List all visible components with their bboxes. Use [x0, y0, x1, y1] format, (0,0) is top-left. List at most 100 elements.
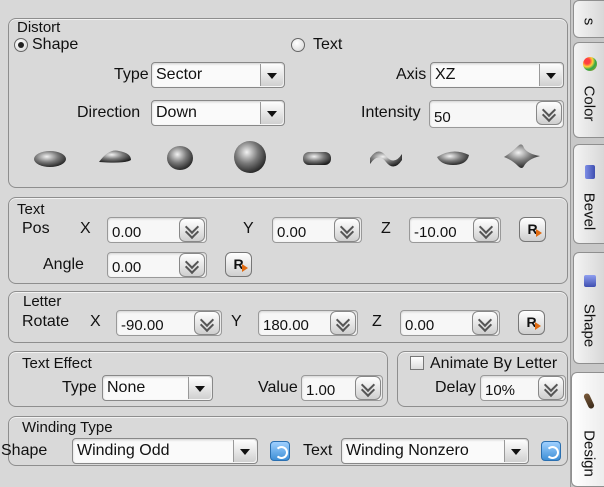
distort-intensity-spinner[interactable]: 50	[429, 100, 564, 128]
text-angle-reset-button[interactable]: R	[225, 252, 252, 277]
letter-rotate-x-spinner[interactable]: -90.00	[116, 310, 222, 336]
text-effect-value-spinner[interactable]: 1.00	[301, 375, 383, 401]
winding-shape-select[interactable]: Winding Odd	[72, 438, 258, 464]
text-pos-y-value: 0.00	[277, 224, 307, 241]
palette-icon	[583, 57, 597, 71]
winding-text-refresh-icon[interactable]	[541, 441, 561, 461]
letter-rotate-y-spinner[interactable]: 180.00	[258, 310, 358, 336]
distort-preset-lens-icon[interactable]	[433, 145, 473, 169]
distort-axis-value: XZ	[435, 66, 456, 83]
text-pos-x-spinner[interactable]: 0.00	[107, 217, 207, 243]
letter-rotate-y-label: Y	[231, 313, 242, 330]
text-angle-label: Angle	[43, 256, 84, 273]
animate-delay-spinner[interactable]: 10%	[480, 375, 566, 401]
text-effect-type-select[interactable]: None	[102, 375, 213, 401]
text-pos-y-label: Y	[243, 220, 254, 237]
text-effect-group-label: Text Effect	[22, 355, 92, 372]
tab-design[interactable]: Design	[571, 372, 604, 487]
brush-icon	[582, 392, 596, 410]
text-group-label: Text	[17, 201, 45, 218]
winding-text-value: Winding Nonzero	[346, 442, 469, 459]
tab-partial-label: s	[580, 17, 598, 26]
distort-preset-sphere-large-icon[interactable]	[230, 138, 270, 174]
text-pos-x-value: 0.00	[112, 224, 142, 241]
distort-preset-star-burst-icon[interactable]	[500, 140, 544, 172]
tab-bevel-label: Bevel	[580, 192, 598, 231]
winding-shape-refresh-icon[interactable]	[270, 441, 290, 461]
winding-text-label: Text	[303, 442, 333, 459]
distort-preset-wave-icon[interactable]	[366, 142, 406, 170]
distort-preset-capsule-icon[interactable]	[297, 146, 337, 170]
spinner-arrows-icon[interactable]	[330, 311, 356, 335]
animate-by-letter-checkbox[interactable]	[410, 356, 424, 370]
distort-group-label: Distort	[17, 19, 61, 36]
winding-group-label: Winding Type	[22, 419, 113, 436]
tab-shape[interactable]: Shape	[573, 252, 604, 364]
letter-rotate-x-label: X	[90, 313, 101, 330]
bevel-icon	[585, 165, 595, 179]
reset-arrow-icon	[535, 322, 541, 330]
text-effect-type-label: Type	[62, 379, 97, 396]
text-angle-value: 0.00	[112, 259, 142, 276]
spinner-arrows-icon[interactable]	[179, 218, 205, 242]
letter-rotate-z-value: 0.00	[405, 317, 435, 334]
tab-partial[interactable]: s	[573, 0, 604, 38]
tab-color-label: Color	[580, 85, 598, 122]
text-effect-value-value: 1.00	[306, 382, 336, 399]
letter-rotate-y-value: 180.00	[263, 317, 309, 334]
letter-rotate-z-label: Z	[372, 313, 382, 330]
distort-type-label: Type	[114, 66, 149, 83]
distort-intensity-label: Intensity	[361, 104, 421, 121]
distort-type-select[interactable]: Sector	[151, 62, 285, 88]
text-effect-value-label: Value	[258, 379, 298, 396]
text-pos-label: Pos	[22, 220, 50, 237]
spinner-arrows-icon[interactable]	[473, 218, 499, 242]
distort-text-radio-label[interactable]: Text	[313, 36, 342, 54]
letter-rotate-label: Rotate	[22, 313, 70, 330]
text-pos-y-spinner[interactable]: 0.00	[272, 217, 362, 243]
distort-axis-label: Axis	[396, 66, 427, 83]
distort-shape-radio[interactable]	[14, 38, 28, 52]
tab-design-label: Design	[580, 430, 597, 477]
chevron-down-icon[interactable]	[539, 64, 562, 86]
spinner-arrows-icon[interactable]	[194, 311, 220, 335]
distort-direction-select[interactable]: Down	[151, 100, 285, 126]
distort-preset-sphere-small-icon[interactable]	[162, 142, 198, 172]
chevron-down-icon[interactable]	[260, 64, 283, 86]
spinner-arrows-icon[interactable]	[536, 101, 562, 125]
tab-shape-label: Shape	[580, 303, 598, 348]
text-angle-spinner[interactable]: 0.00	[107, 252, 207, 278]
letter-rotate-x-value: -90.00	[121, 317, 164, 334]
distort-direction-label: Direction	[77, 104, 141, 121]
letter-group-label: Letter	[23, 293, 62, 310]
shape-icon	[584, 275, 596, 287]
chevron-down-icon[interactable]	[260, 102, 283, 124]
animate-by-letter-label[interactable]: Animate By Letter	[430, 355, 557, 373]
distort-axis-select[interactable]: XZ	[430, 62, 564, 88]
distort-preset-dome-icon[interactable]	[95, 144, 135, 168]
distort-preset-flat-ellipse-icon[interactable]	[30, 146, 70, 170]
distort-intensity-value: 50	[434, 109, 451, 126]
distort-type-value: Sector	[156, 66, 203, 83]
distort-text-radio[interactable]	[291, 38, 305, 52]
chevron-down-icon[interactable]	[504, 440, 527, 462]
chevron-down-icon[interactable]	[233, 440, 256, 462]
tab-bevel[interactable]: Bevel	[573, 144, 604, 244]
spinner-arrows-icon[interactable]	[334, 218, 360, 242]
animate-delay-label: Delay	[435, 379, 476, 396]
winding-text-select[interactable]: Winding Nonzero	[341, 438, 529, 464]
spinner-arrows-icon[interactable]	[472, 311, 498, 335]
design-panel: Distort Shape Text Type Sector Axis XZ D…	[0, 0, 570, 487]
spinner-arrows-icon[interactable]	[179, 253, 205, 277]
text-pos-z-value: -10.00	[414, 224, 457, 241]
distort-shape-radio-label[interactable]: Shape	[32, 36, 78, 54]
text-pos-z-spinner[interactable]: -10.00	[409, 217, 501, 243]
letter-rotate-reset-button[interactable]: R	[518, 310, 545, 335]
letter-rotate-z-spinner[interactable]: 0.00	[400, 310, 500, 336]
text-pos-reset-button[interactable]: R	[519, 217, 546, 242]
spinner-arrows-icon[interactable]	[355, 376, 381, 400]
tab-color[interactable]: Color	[573, 42, 604, 138]
distort-direction-value: Down	[156, 104, 197, 121]
spinner-arrows-icon[interactable]	[538, 376, 564, 400]
chevron-down-icon[interactable]	[188, 377, 211, 399]
